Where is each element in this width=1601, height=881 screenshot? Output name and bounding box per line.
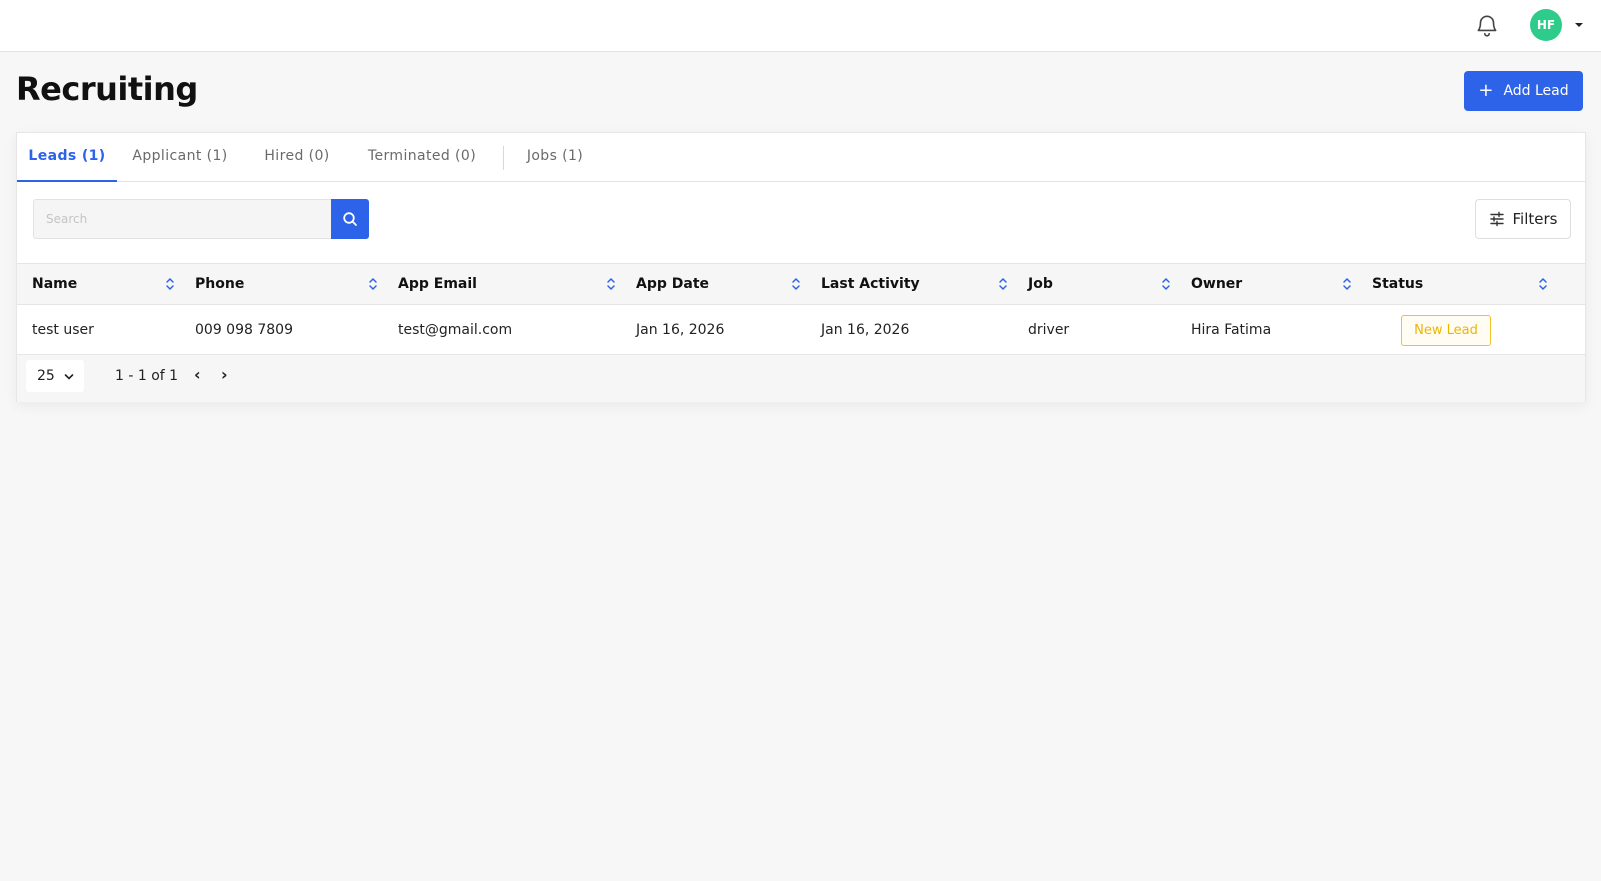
- search-button[interactable]: [331, 199, 369, 239]
- sort-icon[interactable]: [1342, 276, 1352, 292]
- sort-icon[interactable]: [791, 276, 801, 292]
- cell-owner: Hira Fatima: [1191, 322, 1272, 338]
- tab-divider: [503, 146, 504, 170]
- sort-icon[interactable]: [1538, 276, 1548, 292]
- sort-icon[interactable]: [368, 276, 378, 292]
- column-header-job[interactable]: Job: [1028, 264, 1053, 304]
- column-header-owner[interactable]: Owner: [1191, 264, 1242, 304]
- filters-label: Filters: [1512, 210, 1558, 228]
- cell-phone: 009 098 7809: [195, 322, 293, 338]
- prev-page-button[interactable]: ‹: [194, 355, 201, 397]
- chevron-down-icon: [64, 374, 74, 380]
- column-header-app-date[interactable]: App Date: [636, 264, 709, 304]
- filters-button[interactable]: Filters: [1475, 199, 1571, 239]
- pagination-range: 1 - 1 of 1: [115, 368, 179, 384]
- column-header-status[interactable]: Status: [1372, 264, 1423, 304]
- sliders-icon: [1489, 211, 1504, 227]
- sort-icon[interactable]: [165, 276, 175, 292]
- tab-terminated[interactable]: Terminated (0): [360, 133, 484, 182]
- cell-app-date: Jan 16, 2026: [636, 322, 725, 338]
- cell-name[interactable]: test user: [32, 305, 94, 355]
- column-header-app-email[interactable]: App Email: [398, 264, 477, 304]
- tab-hired[interactable]: Hired (0): [259, 133, 335, 182]
- table-header: Name Phone App Email App Date Last Activ…: [17, 263, 1585, 305]
- page-size-select[interactable]: 25: [26, 360, 84, 392]
- pagination: 25 1 - 1 of 1 ‹ ›: [17, 355, 1585, 402]
- search-icon: [343, 212, 357, 226]
- next-page-button[interactable]: ›: [221, 355, 228, 397]
- plus-icon: +: [1478, 80, 1494, 101]
- search-box: [33, 199, 369, 239]
- sort-icon[interactable]: [606, 276, 616, 292]
- leads-card: Leads (1) Applicant (1) Hired (0) Termin…: [16, 132, 1586, 402]
- sort-icon[interactable]: [998, 276, 1008, 292]
- tab-leads[interactable]: Leads (1): [17, 133, 117, 182]
- chevron-down-icon[interactable]: [1573, 20, 1585, 30]
- table-row[interactable]: test user 009 098 7809 test@gmail.com Ja…: [17, 305, 1585, 355]
- add-lead-button[interactable]: + Add Lead: [1464, 71, 1583, 111]
- page-title: Recruiting: [16, 70, 198, 108]
- page-size-value: 25: [37, 368, 55, 384]
- column-header-phone[interactable]: Phone: [195, 264, 244, 304]
- tab-jobs[interactable]: Jobs (1): [521, 133, 589, 182]
- add-lead-label: Add Lead: [1503, 83, 1569, 99]
- cell-email: test@gmail.com: [398, 322, 513, 338]
- tab-bar: Leads (1) Applicant (1) Hired (0) Termin…: [17, 133, 1585, 182]
- bell-icon[interactable]: [1474, 12, 1500, 38]
- top-bar: HF: [0, 0, 1601, 52]
- cell-job: driver: [1028, 322, 1070, 338]
- cell-last-activity: Jan 16, 2026: [821, 322, 910, 338]
- tab-applicant[interactable]: Applicant (1): [127, 133, 233, 182]
- sort-icon[interactable]: [1161, 276, 1171, 292]
- search-input[interactable]: [33, 199, 331, 239]
- status-badge: New Lead: [1401, 315, 1491, 346]
- avatar[interactable]: HF: [1530, 9, 1562, 41]
- column-header-last-activity[interactable]: Last Activity: [821, 264, 920, 304]
- column-header-name[interactable]: Name: [32, 264, 77, 304]
